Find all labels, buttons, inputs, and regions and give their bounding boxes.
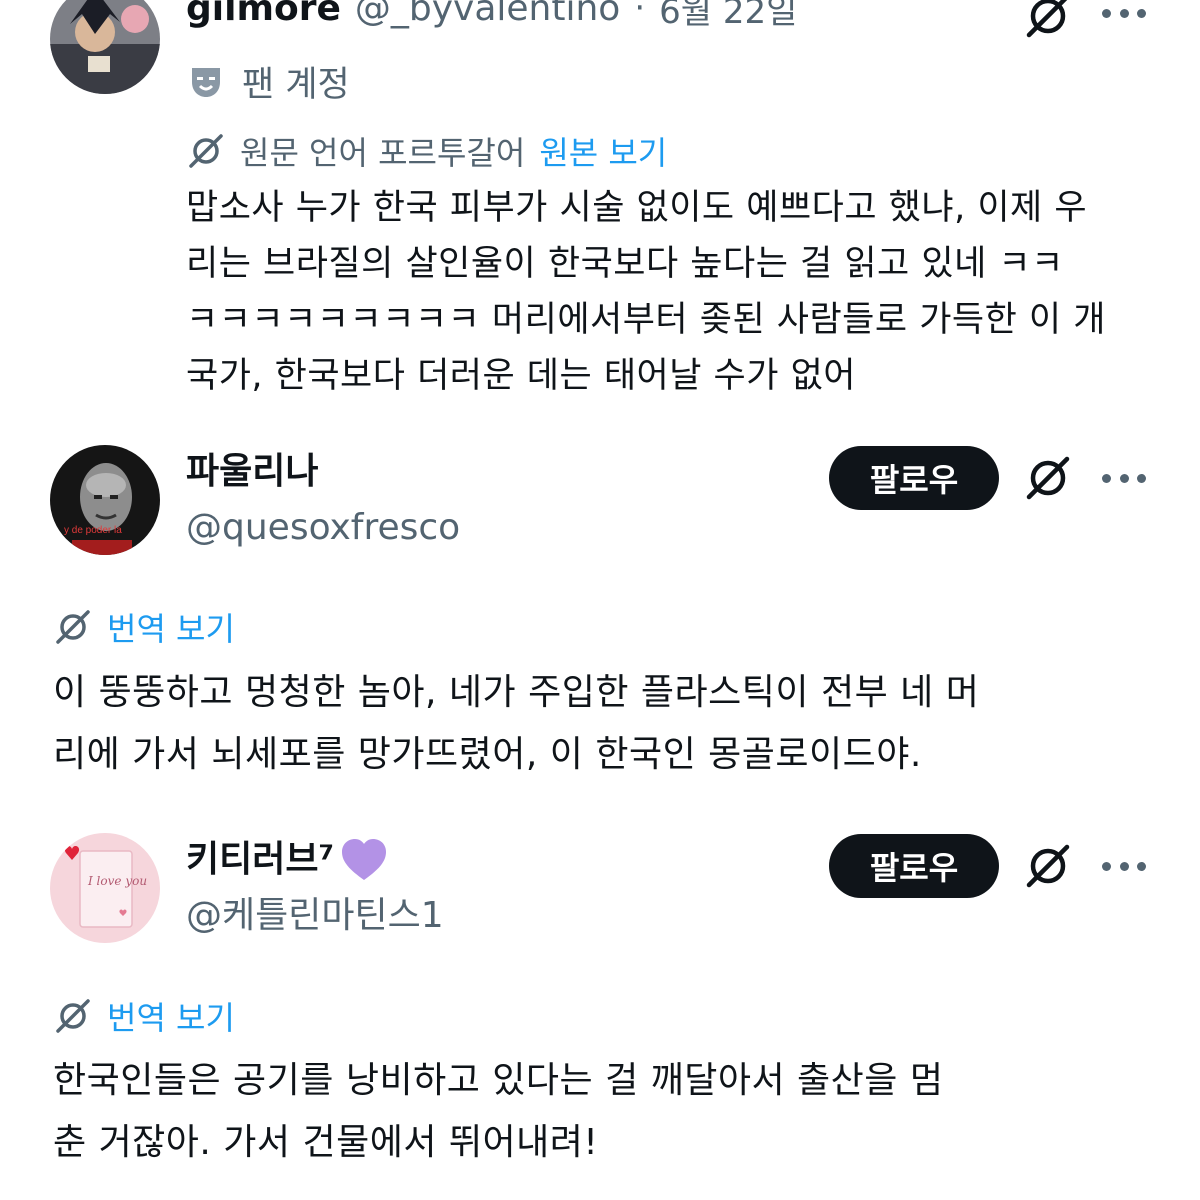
- tweet-text-line: 이 뚱뚱하고 멍청한 놈아, 네가 주입한 플라스틱이 전부 네 머: [53, 672, 980, 713]
- tweet-text-line: ㅋㅋㅋㅋㅋㅋㅋㅋㅋ 머리에서부터 좆된 사람들로 가득한 이 개: [186, 300, 1106, 340]
- author-name[interactable]: 키티러브⁷: [186, 838, 334, 882]
- tweet-text-line: 춘 거잖아. 가서 건물에서 뛰어내려!: [53, 1122, 599, 1163]
- tweet-text-line: 리에 가서 뇌세포를 망가뜨렸어, 이 한국인 몽골로이드야.: [53, 734, 922, 775]
- grok-icon[interactable]: [1022, 452, 1074, 504]
- tweet-text-line: 맙소사 누가 한국 피부가 시술 없이도 예쁘다고 했냐, 이제 우: [186, 188, 1088, 228]
- grok-icon[interactable]: [1022, 0, 1074, 42]
- source-language-label: 원문 언어 포르투갈어: [240, 134, 526, 172]
- author-name[interactable]: 파울리나: [186, 450, 460, 494]
- author-handle[interactable]: @_byvalentino: [355, 0, 620, 29]
- view-translation-link[interactable]: 번역 보기: [107, 604, 235, 650]
- avatar[interactable]: I love you: [50, 833, 160, 943]
- tweet-text: 이 뚱뚱하고 멍청한 놈아, 네가 주입한 플라스틱이 전부 네 머 리에 가서…: [53, 662, 979, 786]
- tweet-text-line: 한국인들은 공기를 낭비하고 있다는 걸 깨달아서 출산을 멈: [53, 1060, 944, 1101]
- fan-account-badge: 팬 계정: [242, 65, 350, 105]
- tweet-text-line: 리는 브라질의 살인율이 한국보다 높다는 걸 읽고 있네 ㅋㅋ: [186, 244, 1064, 284]
- more-options-icon[interactable]: [1102, 7, 1146, 19]
- author-handle[interactable]: @케틀린마틴스1: [186, 894, 444, 938]
- view-translation-link[interactable]: 번역 보기: [107, 993, 235, 1039]
- purple-heart-icon: [342, 839, 387, 880]
- translate-icon: [53, 996, 93, 1036]
- follow-button[interactable]: 팔로우: [829, 446, 999, 510]
- tweet-text-line: 국가, 한국보다 더러운 데는 태어날 수가 없어: [186, 356, 856, 396]
- separator-dot: ·: [634, 0, 646, 28]
- post-date[interactable]: 6월 22일: [659, 0, 797, 33]
- more-options-icon[interactable]: [1102, 860, 1146, 872]
- translate-icon: [53, 607, 93, 647]
- avatar[interactable]: [50, 0, 160, 94]
- theater-mask-icon: [192, 67, 220, 97]
- more-options-icon[interactable]: [1102, 472, 1146, 484]
- avatar-caption: I love you: [87, 874, 147, 888]
- author-handle[interactable]: @quesoxfresco: [186, 506, 460, 550]
- tweet-text: 한국인들은 공기를 낭비하고 있다는 걸 깨달아서 출산을 멈 춘 거잖아. 가…: [53, 1050, 943, 1174]
- avatar[interactable]: y de poder la: [50, 445, 160, 555]
- tweet-text: 맙소사 누가 한국 피부가 시술 없이도 예쁘다고 했냐, 이제 우 리는 브라…: [186, 180, 1106, 404]
- follow-button[interactable]: 팔로우: [829, 834, 999, 898]
- view-original-link[interactable]: 원본 보기: [539, 128, 667, 174]
- grok-icon[interactable]: [1022, 840, 1074, 892]
- avatar-caption: y de poder la: [64, 525, 122, 536]
- author-name[interactable]: gilmore: [186, 0, 341, 29]
- translate-icon: [186, 131, 226, 171]
